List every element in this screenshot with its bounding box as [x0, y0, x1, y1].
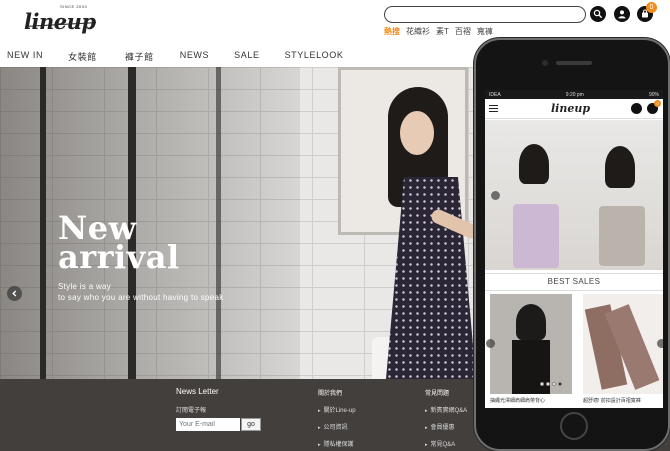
carousel-dot[interactable]: [552, 382, 556, 386]
search-icon[interactable]: [590, 6, 606, 22]
main-nav: NEW IN 女裝館 褲子館 NEWS SALE STYLELOOK: [0, 50, 343, 63]
footer-link[interactable]: 隱私權保護: [318, 439, 354, 448]
hero-subtitle-line: Style is a way: [58, 282, 112, 291]
nav-item-stylelook[interactable]: STYLELOOK: [285, 50, 344, 63]
carousel-dot[interactable]: [540, 382, 544, 386]
hero-title-line: arrival: [58, 238, 180, 276]
phone-mockup: IDEA 9:20 pm 90% lineup 0 BEST SALES 抽繩光…: [474, 38, 670, 451]
mobile-products-next-arrow[interactable]: [657, 339, 663, 348]
faq-title: 常見問題: [425, 391, 450, 397]
newsletter-email-input[interactable]: [176, 418, 240, 431]
footer-link[interactable]: 常見Q&A: [425, 439, 456, 448]
mobile-status-bar: IDEA 9:20 pm 90%: [485, 90, 663, 99]
nav-item-womens[interactable]: 女裝館: [68, 50, 97, 63]
hero-window-blind: [216, 67, 221, 379]
hot-search-label: 熱搜: [384, 27, 400, 36]
nav-item-new-in[interactable]: NEW IN: [7, 50, 43, 63]
hero-prev-arrow[interactable]: [7, 286, 22, 301]
footer-link[interactable]: 關於Line-up: [318, 405, 356, 414]
product-caption[interactable]: 超舒適! 前扣設計百褶寬褲: [583, 397, 641, 404]
hero-model-face: [400, 111, 434, 155]
hero-subtitle-line: to say who you are without having to spe…: [58, 293, 224, 302]
product-image[interactable]: [583, 294, 663, 394]
nav-item-news[interactable]: NEWS: [180, 50, 209, 63]
nav-item-sale[interactable]: SALE: [234, 50, 259, 63]
footer-link[interactable]: 會員優惠: [425, 422, 455, 431]
hero-subtitle: Style is a way to say who you are withou…: [58, 281, 224, 303]
site-logo[interactable]: SINCE 2003 lineup: [24, 4, 100, 34]
hot-term-link[interactable]: 寬褲: [477, 26, 493, 37]
user-icon[interactable]: [614, 6, 630, 22]
mobile-products-prev-arrow[interactable]: [486, 339, 495, 348]
carousel-dot[interactable]: [546, 382, 550, 386]
newsletter-go-button[interactable]: go: [241, 418, 261, 431]
product-model-hair: [516, 304, 546, 340]
mobile-hero-prev-arrow[interactable]: [491, 191, 500, 200]
mobile-time: 9:20 pm: [565, 91, 584, 98]
mobile-model-pants: [599, 206, 645, 266]
mobile-model-pants: [513, 204, 559, 268]
mobile-carrier: IDEA: [489, 91, 501, 98]
mobile-logo[interactable]: lineup: [551, 102, 590, 115]
phone-speaker: [556, 61, 592, 65]
hot-search-row: 熱搜 花織衫 素T 百褶 寬褲: [384, 26, 493, 37]
mobile-hero-banner[interactable]: [485, 120, 663, 270]
phone-home-button: [560, 412, 588, 440]
search-input[interactable]: [384, 6, 586, 23]
mobile-model-hair: [605, 146, 635, 188]
mobile-cart-badge: 0: [654, 100, 661, 107]
newsletter-title: News Letter: [176, 387, 219, 396]
nav-item-pants[interactable]: 褲子館: [125, 50, 154, 63]
mobile-search-icon[interactable]: [631, 103, 642, 114]
logo-wordmark: lineup: [24, 9, 96, 34]
mobile-header: lineup 0: [485, 99, 663, 119]
about-title: 關於我們: [318, 391, 343, 397]
best-sales-heading: BEST SALES: [485, 273, 663, 291]
hot-term-link[interactable]: 花織衫: [406, 26, 430, 37]
mobile-battery: 90%: [648, 91, 659, 98]
hot-term-link[interactable]: 百褶: [455, 26, 471, 37]
product-caption[interactable]: 抽繩光澤細肩細肩帶背心: [490, 397, 545, 404]
footer-link[interactable]: 公司資訊: [318, 422, 348, 431]
hamburger-menu-icon[interactable]: [489, 105, 498, 112]
mobile-model-hair: [519, 144, 549, 184]
newsletter-subtitle: 訂閱電子報: [176, 408, 207, 414]
phone-camera: [542, 60, 548, 66]
carousel-dots: [540, 382, 562, 386]
cart-count-badge: 0: [646, 2, 657, 13]
product-image[interactable]: [490, 294, 572, 394]
hot-term-link[interactable]: 素T: [436, 26, 449, 37]
hero-title: New arrival: [58, 212, 180, 276]
carousel-dot-active[interactable]: [558, 382, 562, 386]
hero-window-blind: [40, 67, 46, 379]
footer-link[interactable]: 新賓實網Q&A: [425, 405, 468, 414]
mobile-screen: IDEA 9:20 pm 90% lineup 0 BEST SALES 抽繩光…: [485, 90, 663, 408]
